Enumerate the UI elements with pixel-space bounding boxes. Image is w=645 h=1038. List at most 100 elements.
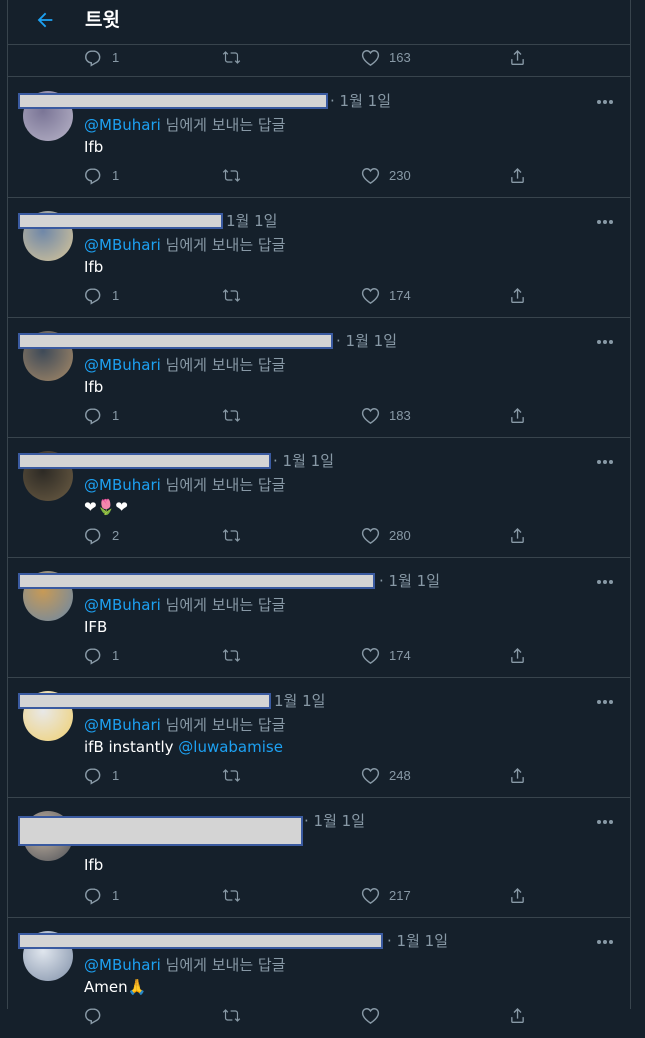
retweet-button[interactable] bbox=[222, 526, 241, 545]
tweet-date[interactable]: 1월 1일 bbox=[274, 690, 325, 711]
reply-icon bbox=[85, 408, 101, 425]
tweet-date[interactable]: 1월 1일 bbox=[226, 210, 277, 231]
retweet-button[interactable] bbox=[222, 48, 241, 67]
tweet-date[interactable]: · 1월 1일 bbox=[336, 330, 397, 351]
like-button[interactable]: 174 bbox=[361, 286, 411, 305]
like-button[interactable]: 163 bbox=[361, 48, 411, 67]
retweet-icon bbox=[222, 289, 241, 302]
more-icon bbox=[597, 460, 613, 464]
tweet[interactable]: · 1월 1일 @MBuhari 님에게 보내는 답글 ❤🌷❤ 2 280 bbox=[8, 438, 630, 558]
tweet[interactable]: · 1월 1일 @MBuhari 님에게 보내는 답글 Ifb 1 183 bbox=[8, 318, 630, 438]
reply-button[interactable]: 2 bbox=[84, 526, 119, 545]
redacted-username bbox=[18, 333, 333, 349]
more-button[interactable] bbox=[596, 92, 614, 104]
tweet-date[interactable]: · 1월 1일 bbox=[379, 570, 440, 591]
heart-icon bbox=[361, 888, 380, 904]
more-button[interactable] bbox=[596, 452, 614, 464]
reply-suffix: 님에게 보내는 답글 bbox=[160, 236, 286, 254]
heart-icon bbox=[361, 168, 380, 184]
share-button[interactable] bbox=[508, 886, 527, 905]
like-button[interactable]: 174 bbox=[361, 646, 411, 665]
tweet-text-content: ❤🌷❤ bbox=[84, 498, 128, 516]
mention-link[interactable]: @luwabamise bbox=[178, 738, 283, 756]
like-button[interactable]: 248 bbox=[361, 766, 411, 785]
page-title: 트윗 bbox=[85, 9, 120, 31]
retweet-icon bbox=[222, 769, 241, 782]
tweet-date[interactable]: · 1월 1일 bbox=[273, 450, 334, 471]
share-button[interactable] bbox=[508, 646, 527, 665]
more-button[interactable] bbox=[596, 572, 614, 584]
reply-icon bbox=[85, 768, 101, 785]
tweet-actions-partial: 1 163 bbox=[8, 46, 630, 77]
like-button[interactable]: 183 bbox=[361, 406, 411, 425]
heart-icon bbox=[361, 50, 380, 66]
replying-to: @MBuhari 님에게 보내는 답글 bbox=[84, 594, 286, 615]
retweet-button[interactable] bbox=[222, 286, 241, 305]
reply-count: 1 bbox=[112, 50, 120, 65]
reply-mention-link[interactable]: @MBuhari bbox=[84, 716, 161, 734]
tweet-text: Ifb bbox=[84, 378, 103, 396]
replying-to: @MBuhari 님에게 보내는 답글 bbox=[84, 954, 286, 975]
tweet[interactable]: 1월 1일 @MBuhari 님에게 보내는 답글 ifB instantly @l… bbox=[8, 678, 630, 798]
timeline-column: 트윗 1 163 · 1월 1일 @MBuhari 님에게 보내는 답글 Ifb 1 2… bbox=[7, 0, 631, 1025]
redacted-username bbox=[18, 816, 303, 846]
tweet-text: Amen🙏 bbox=[84, 978, 146, 996]
back-button[interactable] bbox=[30, 5, 60, 35]
share-button[interactable] bbox=[508, 766, 527, 785]
share-icon bbox=[511, 648, 524, 664]
retweet-button[interactable] bbox=[222, 166, 241, 185]
like-count: 174 bbox=[389, 288, 411, 303]
more-button[interactable] bbox=[596, 212, 614, 224]
share-button[interactable] bbox=[508, 526, 527, 545]
like-count: 230 bbox=[389, 168, 411, 183]
retweet-icon bbox=[222, 649, 241, 662]
reply-icon bbox=[85, 528, 101, 545]
retweet-button[interactable] bbox=[222, 406, 241, 425]
heart-icon bbox=[361, 408, 380, 424]
tweet-date[interactable]: · 1월 1일 bbox=[304, 810, 365, 831]
retweet-button[interactable] bbox=[222, 886, 241, 905]
reply-button[interactable]: 1 bbox=[84, 886, 119, 905]
reply-mention-link[interactable]: @MBuhari bbox=[84, 596, 161, 614]
tweet[interactable]: · 1월 1일 @MBuhari 님에게 보내는 답글 IFB 1 174 bbox=[8, 558, 630, 678]
reply-mention-link[interactable]: @MBuhari bbox=[84, 956, 161, 974]
share-icon bbox=[511, 768, 524, 784]
tweet-text: IFB bbox=[84, 618, 107, 636]
more-button[interactable] bbox=[596, 932, 614, 944]
tweet-text-content: Amen🙏 bbox=[84, 978, 147, 996]
tweet[interactable]: · 1월 1일 @MBuhari 님에게 보내는 답글 Amen🙏 bbox=[8, 918, 630, 1038]
reply-button[interactable]: 1 bbox=[84, 766, 119, 785]
share-button[interactable] bbox=[508, 166, 527, 185]
more-button[interactable] bbox=[596, 812, 614, 824]
share-button[interactable] bbox=[508, 48, 527, 67]
tweet-text-content: IFB bbox=[84, 618, 108, 636]
tweet-date[interactable]: · 1월 1일 bbox=[330, 90, 391, 111]
share-button[interactable] bbox=[508, 286, 527, 305]
more-button[interactable] bbox=[596, 332, 614, 344]
tweet[interactable]: · 1월 1일 Ifb 1 217 bbox=[8, 798, 630, 918]
share-button[interactable] bbox=[508, 406, 527, 425]
reply-button[interactable]: 1 bbox=[84, 406, 119, 425]
retweet-button[interactable] bbox=[222, 766, 241, 785]
retweet-button[interactable] bbox=[222, 646, 241, 665]
tweet-date[interactable]: · 1월 1일 bbox=[387, 930, 448, 951]
retweet-icon bbox=[222, 409, 241, 422]
tweet[interactable]: 1월 1일 @MBuhari 님에게 보내는 답글 Ifb 1 174 bbox=[8, 198, 630, 318]
reply-mention-link[interactable]: @MBuhari bbox=[84, 236, 161, 254]
reply-mention-link[interactable]: @MBuhari bbox=[84, 116, 161, 134]
reply-mention-link[interactable]: @MBuhari bbox=[84, 476, 161, 494]
reply-button[interactable]: 1 bbox=[84, 646, 119, 665]
more-icon bbox=[597, 340, 613, 344]
reply-button[interactable]: 1 bbox=[84, 166, 119, 185]
like-button[interactable]: 230 bbox=[361, 166, 411, 185]
reply-suffix: 님에게 보내는 답글 bbox=[160, 716, 286, 734]
tweet-text: Ifb bbox=[84, 138, 103, 156]
reply-mention-link[interactable]: @MBuhari bbox=[84, 356, 161, 374]
reply-button[interactable]: 1 bbox=[84, 286, 119, 305]
reply-button[interactable]: 1 bbox=[84, 48, 119, 67]
reply-suffix: 님에게 보내는 답글 bbox=[160, 476, 286, 494]
like-button[interactable]: 217 bbox=[361, 886, 411, 905]
tweet[interactable]: · 1월 1일 @MBuhari 님에게 보내는 답글 Ifb 1 230 bbox=[8, 78, 630, 198]
like-button[interactable]: 280 bbox=[361, 526, 411, 545]
more-button[interactable] bbox=[596, 692, 614, 704]
